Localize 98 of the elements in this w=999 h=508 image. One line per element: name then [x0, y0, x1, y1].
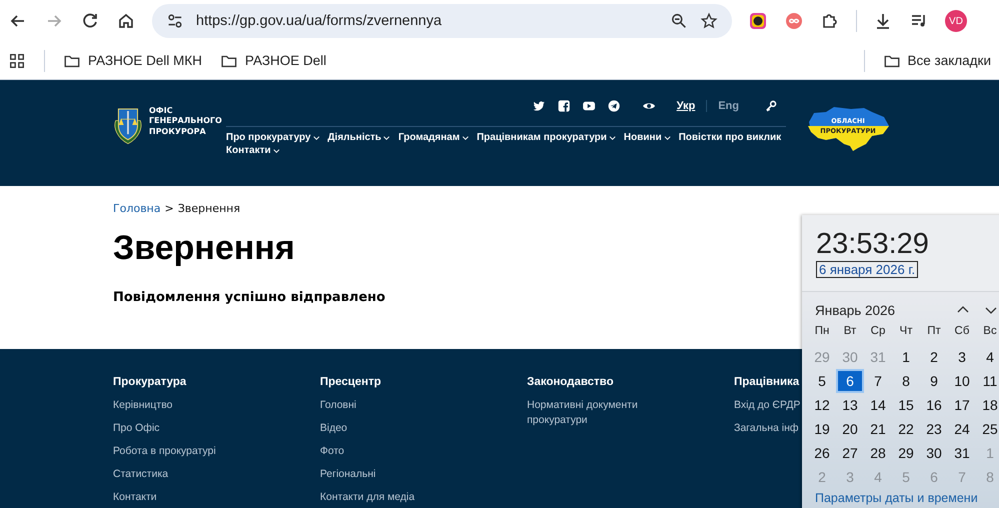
- calendar-day[interactable]: 19: [808, 417, 836, 441]
- language-link[interactable]: Eng: [718, 100, 739, 112]
- apps-grid-icon[interactable]: [8, 52, 26, 70]
- calendar-day[interactable]: 15: [892, 393, 920, 417]
- weekday-label: Вт: [842, 324, 858, 339]
- nav-menu-item[interactable]: Працівникам прокуратури: [476, 132, 616, 143]
- footer-link[interactable]: Робота в прокуратурі: [113, 444, 216, 459]
- caret-icon: [608, 134, 616, 140]
- bookmark-folder[interactable]: РАЗНОЕ Dell: [220, 52, 326, 70]
- key-icon[interactable]: [764, 99, 778, 113]
- calendar-day[interactable]: 5: [808, 369, 836, 393]
- weekday-label: Сб: [954, 324, 970, 339]
- footer-link[interactable]: Регіональні: [320, 467, 376, 482]
- calendar-day[interactable]: 1: [892, 345, 920, 369]
- coat-of-arms-icon[interactable]: [113, 106, 143, 146]
- nav-menu-item[interactable]: Новини: [624, 132, 671, 143]
- footer-heading: Працівника: [734, 376, 800, 388]
- calendar-day[interactable]: 25: [976, 417, 999, 441]
- address-bar[interactable]: https://gp.gov.ua/ua/forms/zvernennya: [152, 4, 732, 38]
- telegram-icon[interactable]: [606, 99, 621, 113]
- footer-heading: Пресцентр: [320, 376, 381, 388]
- home-icon[interactable]: [116, 11, 136, 31]
- profile-avatar[interactable]: VD: [945, 10, 967, 32]
- calendar-day[interactable]: 12: [808, 393, 836, 417]
- bookmark-folder[interactable]: РАЗНОЕ Dell МКН: [63, 52, 202, 70]
- extension-icon[interactable]: [748, 11, 768, 31]
- calendar-day[interactable]: 9: [920, 369, 948, 393]
- calendar-day[interactable]: 27: [836, 441, 864, 465]
- footer-link[interactable]: Головні: [320, 398, 356, 413]
- month-label[interactable]: Январь 2026: [815, 302, 956, 318]
- twitter-icon[interactable]: [532, 99, 546, 113]
- calendar-day[interactable]: 8: [892, 369, 920, 393]
- weekday-label: Вс: [982, 324, 998, 339]
- nav-menu-item[interactable]: Про прокуратуру: [226, 132, 320, 143]
- calendar-day[interactable]: 20: [836, 417, 864, 441]
- calendar-day[interactable]: 14: [864, 393, 892, 417]
- calendar-day[interactable]: 6: [836, 369, 864, 393]
- nav-menu-item[interactable]: Повістки про виклик: [678, 132, 782, 143]
- calendar-day[interactable]: 13: [836, 393, 864, 417]
- footer-link[interactable]: Відео: [320, 421, 348, 436]
- footer-link[interactable]: Статистика: [113, 467, 168, 482]
- success-message: Повідомлення успішно відправлено: [113, 290, 386, 305]
- bookmark-star-icon[interactable]: [700, 12, 718, 30]
- zoom-out-icon[interactable]: [670, 12, 688, 30]
- all-bookmarks-folder[interactable]: Все закладки: [882, 52, 991, 70]
- calendar-day[interactable]: 18: [976, 393, 999, 417]
- footer-link[interactable]: Про Офіс: [113, 421, 160, 436]
- calendar-day[interactable]: 17: [948, 393, 976, 417]
- calendar-day[interactable]: 29: [892, 441, 920, 465]
- clock-time: 23:53:29: [816, 228, 929, 260]
- breadcrumb-link[interactable]: Головна: [113, 202, 161, 215]
- calendar-day[interactable]: 10: [948, 369, 976, 393]
- caret-icon: [312, 134, 320, 140]
- breadcrumb-current: Звернення: [178, 202, 240, 215]
- calendar-day[interactable]: 26: [808, 441, 836, 465]
- breadcrumb-separator: >: [164, 202, 174, 215]
- facebook-icon[interactable]: [556, 99, 571, 113]
- footer-link[interactable]: Контакти для медіа: [320, 490, 415, 505]
- calendar-day[interactable]: 23: [920, 417, 948, 441]
- caret-icon: [383, 134, 390, 140]
- calendar-day[interactable]: 22: [892, 417, 920, 441]
- youtube-icon[interactable]: [582, 99, 596, 113]
- calendar-day[interactable]: 3: [948, 345, 976, 369]
- date-link[interactable]: 6 января 2026 г.: [816, 261, 918, 278]
- calendar-day[interactable]: 28: [864, 441, 892, 465]
- logo-text[interactable]: ОФІС ГЕНЕРАЛЬНОГО ПРОКУРОРА: [149, 106, 219, 186]
- page-title: Звернення: [113, 229, 295, 268]
- footer-link[interactable]: Фото: [320, 444, 344, 459]
- weekday-label: Пн: [814, 324, 830, 339]
- calendar-day[interactable]: 7: [864, 369, 892, 393]
- calendar-day[interactable]: 16: [920, 393, 948, 417]
- nav-menu-item[interactable]: Діяльність: [328, 132, 390, 143]
- calendar-day[interactable]: 2: [920, 345, 948, 369]
- caret-icon: [664, 134, 671, 140]
- calendar-day[interactable]: 30: [920, 441, 948, 465]
- footer-link[interactable]: Нормативні документи прокуратури: [527, 398, 677, 428]
- caret-icon: [272, 148, 280, 154]
- calendar-day[interactable]: 11: [976, 369, 999, 393]
- url-text: https://gp.gov.ua/ua/forms/zvernennya: [196, 13, 443, 29]
- calendar-day[interactable]: 24: [948, 417, 976, 441]
- footer-link[interactable]: Вхід до ЄРДР: [734, 398, 800, 413]
- nav-menu-item[interactable]: Громадянам: [398, 132, 469, 143]
- weekday-label: Чт: [898, 324, 914, 339]
- footer-heading: Прокуратура: [113, 376, 186, 388]
- language-link[interactable]: Укр: [676, 100, 696, 112]
- footer-link[interactable]: Керівництво: [113, 398, 172, 413]
- footer-link[interactable]: Контакти: [113, 490, 157, 505]
- caret-icon: [462, 134, 469, 140]
- footer-heading: Законодавство: [527, 376, 614, 388]
- site-settings-icon[interactable]: [166, 12, 184, 30]
- calendar-day[interactable]: 21: [864, 417, 892, 441]
- date-time-settings-link[interactable]: Параметры даты и времени: [815, 491, 999, 505]
- nav-menu-item[interactable]: Контакти: [226, 145, 280, 156]
- calendar-day[interactable]: 31: [948, 441, 976, 465]
- calendar-day[interactable]: 4: [976, 345, 999, 369]
- weekday-label: Ср: [870, 324, 886, 339]
- weekday-label: Пт: [926, 324, 942, 339]
- footer-link[interactable]: Загальна інф: [734, 421, 799, 436]
